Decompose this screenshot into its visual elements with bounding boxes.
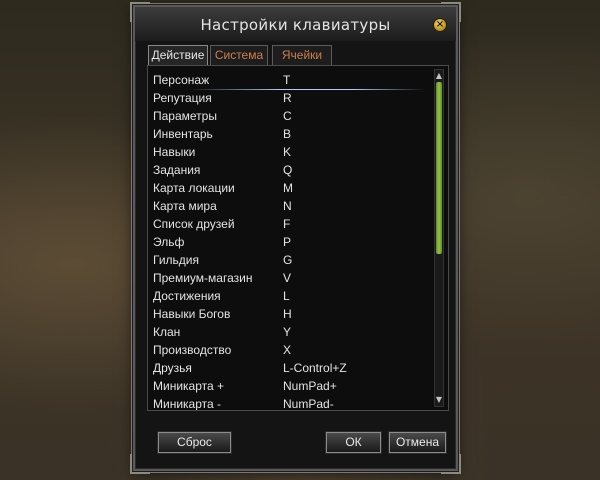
action-label: Производство (153, 343, 232, 357)
frame-corner-ornament (441, 454, 461, 474)
action-label: Навыки Богов (153, 307, 231, 321)
action-label: Миникарта - (153, 397, 221, 411)
scroll-down-arrow-icon[interactable]: ▼ (435, 395, 443, 405)
keybinding-list: Персонаж T Репутация R Параметры C Инвентарь B Н… (147, 65, 449, 411)
key-binding-value[interactable]: Y (283, 325, 291, 339)
frame-corner-ornament (130, 454, 150, 474)
action-label: Список друзей (153, 217, 235, 231)
action-label: Миникарта + (153, 379, 225, 393)
key-binding-value[interactable]: X (283, 343, 291, 357)
scroll-thumb[interactable] (436, 82, 442, 254)
scrollbar[interactable]: ▲ ▼ (434, 69, 444, 407)
key-binding-value[interactable]: NumPad- (283, 397, 334, 410)
key-binding-value[interactable]: B (283, 127, 291, 141)
tab-system[interactable]: Система (210, 45, 268, 65)
keybinding-row[interactable]: Список друзей F (148, 216, 433, 234)
key-binding-value[interactable]: M (283, 181, 293, 195)
key-binding-value[interactable]: K (283, 145, 291, 159)
key-binding-value[interactable]: C (283, 109, 292, 123)
key-binding-value[interactable]: G (283, 253, 292, 267)
key-binding-value[interactable]: Q (283, 163, 292, 177)
keybinding-row[interactable]: Карта мира N (148, 198, 433, 216)
action-label: Карта мира (153, 199, 217, 213)
keybinding-row[interactable]: Достижения L (148, 288, 433, 306)
keybinding-row[interactable]: Гильдия G (148, 252, 433, 270)
key-binding-value[interactable]: T (283, 73, 290, 87)
tab-action[interactable]: Действие (148, 45, 208, 65)
action-label: Персонаж (153, 73, 210, 87)
key-binding-value[interactable]: F (283, 217, 290, 231)
action-label: Навыки (153, 145, 196, 159)
keybinding-row[interactable]: Производство X (148, 342, 433, 360)
action-label: Друзья (153, 361, 192, 375)
key-binding-value[interactable]: H (283, 307, 292, 321)
keybinding-row[interactable]: Навыки K (148, 144, 433, 162)
reset-button[interactable]: Сброс (157, 431, 232, 454)
keybinding-row[interactable]: Друзья L-Control+Z (148, 360, 433, 378)
key-binding-value[interactable]: NumPad+ (283, 379, 337, 393)
action-label: Карта локации (153, 181, 235, 195)
action-label: Инвентарь (153, 127, 213, 141)
action-label: Премиум-магазин (153, 271, 253, 285)
action-label: Репутация (153, 91, 212, 105)
action-label: Достижения (153, 289, 221, 303)
key-binding-value[interactable]: L (283, 289, 290, 303)
keybinding-row[interactable]: Задания Q (148, 162, 433, 180)
keybinding-row[interactable]: Клан Y (148, 324, 433, 342)
scroll-up-arrow-icon[interactable]: ▲ (435, 71, 443, 81)
tab-slots[interactable]: Ячейки (272, 45, 332, 65)
window-title: Настройки клавиатуры (200, 16, 391, 34)
action-label: Эльф (153, 235, 185, 249)
key-binding-value[interactable]: L-Control+Z (283, 361, 347, 375)
close-icon[interactable]: × (433, 18, 447, 32)
key-binding-value[interactable]: R (283, 91, 292, 105)
keybinding-row[interactable]: Премиум-магазин V (148, 270, 433, 288)
action-label: Клан (153, 325, 181, 339)
window-titlebar[interactable]: Настройки клавиатуры × (135, 7, 456, 41)
keybinding-row[interactable]: Параметры C (148, 108, 433, 126)
key-binding-value[interactable]: V (283, 271, 291, 285)
action-label: Параметры (153, 109, 217, 123)
cancel-button[interactable]: Отмена (388, 431, 447, 454)
ok-button[interactable]: ОК (325, 431, 382, 454)
key-binding-value[interactable]: N (283, 199, 292, 213)
keybinding-row[interactable]: Эльф P (148, 234, 433, 252)
keybinding-row[interactable]: Репутация R (148, 90, 433, 108)
keybinding-row[interactable]: Миникарта + NumPad+ (148, 378, 433, 396)
action-label: Гильдия (153, 253, 199, 267)
key-binding-value[interactable]: P (283, 235, 291, 249)
keybinding-row[interactable]: Персонаж T (148, 72, 433, 90)
keybinding-row[interactable]: Навыки Богов H (148, 306, 433, 324)
action-label: Задания (153, 163, 201, 177)
keyboard-settings-window: Настройки клавиатуры × Действие Система … (130, 2, 461, 474)
keybinding-row[interactable]: Миникарта - NumPad- (148, 396, 433, 411)
keybinding-row[interactable]: Инвентарь B (148, 126, 433, 144)
keybinding-row[interactable]: Карта локации M (148, 180, 433, 198)
